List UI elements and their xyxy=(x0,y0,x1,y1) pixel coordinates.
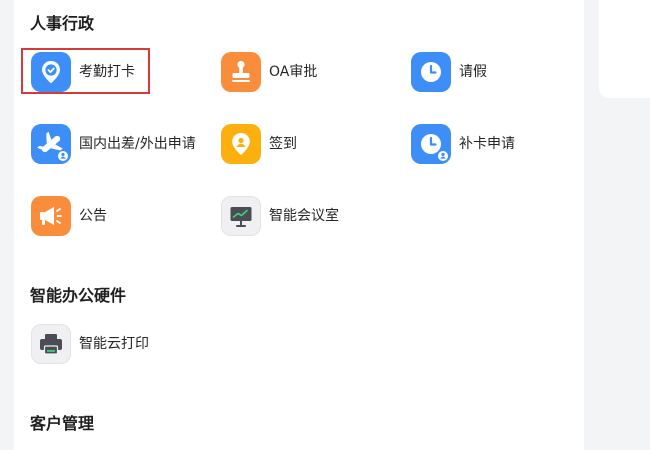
app-label: 国内出差/外出申请 xyxy=(79,136,196,152)
app-label: 请假 xyxy=(459,64,487,80)
app-announcement[interactable]: 公告 xyxy=(31,196,107,236)
app-sign-in[interactable]: 签到 xyxy=(221,124,297,164)
section-title-customer-management: 客户管理 xyxy=(30,414,95,433)
clock-icon xyxy=(411,52,451,92)
section-title-hr-admin: 人事行政 xyxy=(30,14,95,33)
app-label: OA审批 xyxy=(269,64,318,80)
app-label: 考勤打卡 xyxy=(79,64,135,80)
clock-icon xyxy=(411,124,451,164)
printer-icon xyxy=(31,324,71,364)
app-smart-meeting-room[interactable]: 智能会议室 xyxy=(221,196,339,236)
location-pin-icon xyxy=(221,124,261,164)
stamp-icon xyxy=(221,52,261,92)
app-smart-cloud-print[interactable]: 智能云打印 xyxy=(31,324,149,364)
section-title-smart-office-hardware: 智能办公硬件 xyxy=(30,286,127,305)
location-check-icon xyxy=(31,52,71,92)
app-attendance-checkin[interactable]: 考勤打卡 xyxy=(31,52,135,92)
app-label: 智能会议室 xyxy=(269,208,339,224)
app-card-replacement[interactable]: 补卡申请 xyxy=(411,124,515,164)
app-label: 公告 xyxy=(79,208,107,224)
app-oa-approval[interactable]: OA审批 xyxy=(221,52,317,92)
app-label: 智能云打印 xyxy=(79,336,149,352)
megaphone-icon xyxy=(31,196,71,236)
app-leave[interactable]: 请假 xyxy=(411,52,487,92)
app-label: 补卡申请 xyxy=(459,136,515,152)
side-card xyxy=(599,0,650,98)
plane-icon xyxy=(31,124,71,164)
app-business-trip[interactable]: 国内出差/外出申请 xyxy=(31,124,196,164)
app-label: 签到 xyxy=(269,136,297,152)
presentation-board-icon xyxy=(221,196,261,236)
